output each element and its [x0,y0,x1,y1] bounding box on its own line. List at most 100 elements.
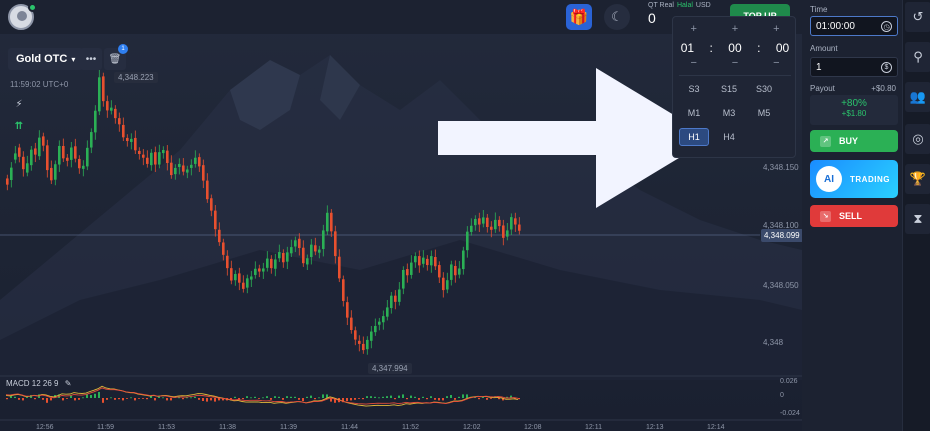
macd-bar [14,396,16,398]
macd-bar [78,398,80,400]
sell-button[interactable]: ↘ SELL [810,205,898,227]
macd-bar [278,396,280,398]
timeframe-button[interactable]: M3 [714,104,744,122]
ai-trading-button[interactable]: AI TRADING [810,160,898,198]
seconds-increment-button[interactable]: + [773,23,779,35]
macd-bar [190,397,192,399]
macd-bar [354,398,356,400]
asset-selector[interactable]: Gold OTC ▾ [8,48,84,70]
macd-axis-tick: 0 [780,392,784,399]
amount-field-value: 1 [816,61,822,73]
macd-bar [46,398,48,403]
macd-bar [478,398,480,400]
macd-bar [138,398,140,399]
timeframe-button-selected[interactable]: H1 [679,128,709,146]
macd-bar [370,396,372,398]
divider [679,75,791,76]
macd-axis-tick: 0.026 [780,378,798,385]
macd-line [5,387,519,405]
low-price-label: 4,347.994 [368,363,412,374]
amount-field[interactable]: 1 $ [810,57,898,77]
payout-box: +80% +$1.80 [810,95,898,125]
axis-tick: 4,348 [763,338,784,347]
moon-icon[interactable]: ☾ [604,4,630,30]
account-type[interactable]: QT Real Halal USD [648,2,711,9]
macd-bar [210,398,212,401]
payout-percent: +80% [841,98,867,109]
social-icon[interactable]: 👥 [905,82,930,112]
seconds-value[interactable]: 00 [776,41,789,55]
timeframe-button[interactable]: S30 [749,80,779,98]
macd-bar [350,398,352,401]
signals-icon[interactable]: ⚲ [905,42,930,72]
macd-bar [182,398,184,400]
macd-bar [450,395,452,398]
dollar-icon: $ [881,62,892,73]
macd-bar [146,398,148,400]
trophy-icon[interactable]: 🏆 [905,164,930,194]
minutes-value[interactable]: 00 [728,41,741,55]
hours-value[interactable]: 01 [681,41,694,55]
increment-row: + + + [673,23,797,35]
asset-name: Gold OTC [16,53,68,65]
macd-bar [102,398,104,403]
pencil-icon[interactable]: ✎ [65,379,72,388]
indicator-icon[interactable]: ⇈ [10,118,28,134]
time-tick: 12:11 [585,424,602,431]
notification-badge: 1 [118,44,128,54]
seconds-decrement-button[interactable]: − [773,57,779,69]
buy-label: BUY [839,136,859,146]
decrement-row: − − − [673,57,797,69]
account-type-label: QT Real [648,2,674,9]
hours-increment-button[interactable]: + [690,23,696,35]
macd-bar [154,398,156,401]
online-indicator [28,3,37,12]
macd-bar [266,396,268,398]
payout-amount: +$1.80 [841,109,867,118]
macd-bar [170,398,172,401]
time-values: 01 : 00 : 00 [673,41,797,55]
sell-label: SELL [839,211,863,221]
macd-bar [246,396,248,398]
macd-text: MACD 12 26 9 [6,379,59,388]
gift-icon[interactable]: 🎁 [566,4,592,30]
ai-logo-icon: AI [816,166,842,192]
macd-bar [386,396,388,398]
macd-bar [114,398,116,400]
target-icon[interactable]: ◎ [905,124,930,154]
timeframe-button[interactable]: S3 [679,80,709,98]
hourglass-icon[interactable]: ⧗ [905,204,930,234]
macd-bar [110,397,112,399]
macd-bar [298,398,300,400]
minutes-increment-button[interactable]: + [732,23,738,35]
macd-bar [394,398,396,400]
macd-label[interactable]: MACD 12 26 9 ✎ [6,379,71,388]
macd-bar [42,398,44,400]
timeframe-button[interactable]: M1 [679,104,709,122]
macd-bar [442,398,444,401]
clock-icon: ◷ [881,21,892,32]
ai-trading-label: TRADING [850,174,890,184]
lightning-icon[interactable]: ⚡ [10,96,28,112]
macd-bar [518,398,520,400]
payout-label: Payout [810,84,835,93]
hours-decrement-button[interactable]: − [690,57,696,69]
icon-rail: ↺ ⚲ 👥 ◎ 🏆 ⧗ [902,0,930,431]
currency-label: USD [695,2,711,9]
timeframe-button[interactable]: M5 [749,104,779,122]
buy-button[interactable]: ↗ BUY [810,130,898,152]
timeframe-button[interactable]: S15 [714,80,744,98]
macd-bar [134,398,136,401]
macd-bar [94,393,96,398]
more-icon[interactable]: ••• [80,48,102,70]
history-icon[interactable]: ↺ [905,2,930,32]
axis-tick: 4,348.050 [763,281,799,290]
minutes-decrement-button[interactable]: − [732,57,738,69]
macd-bar [142,398,144,399]
time-field[interactable]: 01:00:00 ◷ [810,16,898,36]
macd-bar [262,397,264,399]
chart-area[interactable]: 🎁 ☾ QT RealHalalUSD 0 TOP UP Gold OTC ▾ … [0,0,802,431]
avatar[interactable] [8,3,42,33]
macd-bar [234,396,236,398]
timeframe-button[interactable]: H4 [714,128,744,146]
